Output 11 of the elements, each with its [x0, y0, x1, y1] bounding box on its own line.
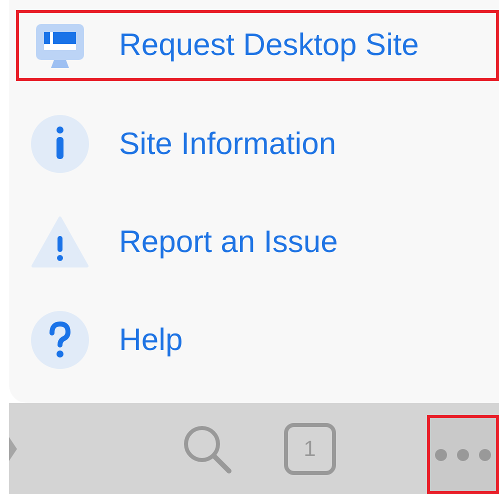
menu-item[interactable]: Report an Issue — [16, 206, 499, 278]
more-icon[interactable] — [434, 448, 492, 462]
menu-item[interactable]: Site Information — [16, 108, 499, 180]
menu-item[interactable]: Help — [16, 304, 499, 376]
forward-arrow-icon[interactable] — [9, 436, 17, 460]
info-icon — [31, 114, 89, 173]
menu-item[interactable]: Request Desktop Site — [16, 10, 499, 82]
toolbar-button[interactable] — [426, 415, 499, 494]
warning-icon — [31, 216, 89, 268]
monitor-icon — [34, 22, 86, 70]
help-icon — [31, 311, 89, 370]
